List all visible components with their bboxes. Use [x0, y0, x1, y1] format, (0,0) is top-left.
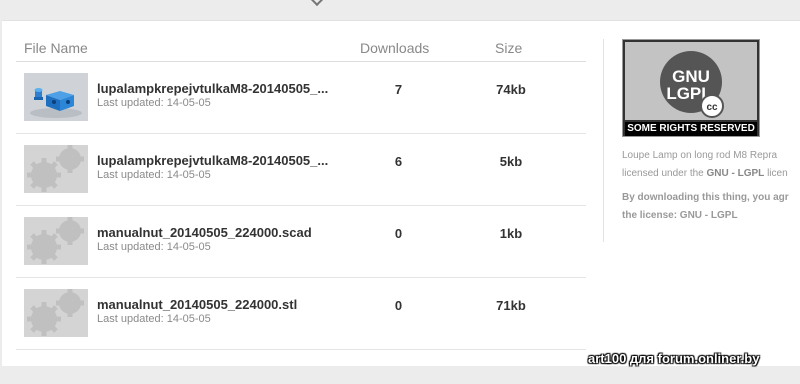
license-line-2-tail: licen — [764, 168, 788, 179]
table-header: File Name Downloads Size — [16, 21, 586, 62]
files-table: File Name Downloads Size lupalampkrepejv… — [16, 21, 586, 350]
license-line-2-text: licensed under the — [622, 168, 707, 179]
license-line-2: licensed under the GNU - LGPL licen — [622, 165, 800, 183]
table-row[interactable]: lupalampkrepejvtulkaM8-20140505_... Last… — [16, 134, 586, 206]
sidebar-divider — [603, 39, 604, 242]
chevron-down-icon[interactable] — [309, 0, 325, 7]
license-sidebar: GNU LGPL cc SOME RIGHTS RESERVED Loupe L… — [622, 39, 800, 225]
license-line-3: By downloading this thing, you agr — [622, 192, 789, 203]
badge-rights-text: SOME RIGHTS RESERVED — [625, 122, 757, 136]
cc-icon: cc — [706, 102, 718, 113]
license-badge-art: GNU LGPL cc — [625, 42, 757, 120]
file-size: 5kb — [499, 154, 523, 169]
column-header-downloads: Downloads — [360, 40, 430, 56]
file-size: 71kb — [496, 298, 526, 313]
file-updated-date: Last updated: 14-05-05 — [97, 313, 211, 325]
files-panel: File Name Downloads Size lupalampkrepejv… — [2, 20, 800, 366]
column-header-size: Size — [495, 40, 523, 56]
table-row[interactable]: lupalampkrepejvtulkaM8-20140505_... Last… — [16, 62, 586, 134]
file-updated-date: Last updated: 14-05-05 — [97, 241, 211, 253]
license-name-link[interactable]: GNU - LGPL — [707, 168, 765, 179]
gears-icon[interactable] — [24, 145, 88, 193]
gears-icon[interactable] — [24, 289, 88, 337]
download-count: 0 — [394, 298, 403, 313]
file-updated-date: Last updated: 14-05-05 — [97, 169, 211, 181]
file-name-link[interactable]: lupalampkrepejvtulkaM8-20140505_... — [97, 153, 347, 168]
column-header-file-name: File Name — [24, 40, 88, 56]
license-line-4: the license: GNU - LGPL — [622, 210, 738, 221]
license-description: Loupe Lamp on long rod M8 Repra licensed… — [622, 147, 800, 183]
download-count: 6 — [394, 154, 403, 169]
file-updated-date: Last updated: 14-05-05 — [97, 97, 211, 109]
top-strip — [0, 0, 800, 20]
gears-icon[interactable] — [24, 217, 88, 265]
license-line-1: Loupe Lamp on long rod M8 Repra — [622, 150, 778, 161]
watermark-text: art100 для forum.onliner.by — [588, 351, 760, 366]
file-size: 1kb — [499, 226, 523, 241]
file-name-link[interactable]: manualnut_20140505_224000.stl — [97, 297, 347, 312]
download-count: 0 — [394, 226, 403, 241]
table-row[interactable]: manualnut_20140505_224000.stl Last updat… — [16, 278, 586, 350]
file-size: 74kb — [496, 82, 526, 97]
model-render-icon[interactable] — [24, 73, 88, 121]
license-badge[interactable]: GNU LGPL cc SOME RIGHTS RESERVED — [622, 39, 760, 137]
file-name-link[interactable]: manualnut_20140505_224000.scad — [97, 225, 347, 240]
table-row[interactable]: manualnut_20140505_224000.scad Last upda… — [16, 206, 586, 278]
download-count: 7 — [394, 82, 403, 97]
license-agreement: By downloading this thing, you agr the l… — [622, 189, 800, 225]
file-name-link[interactable]: lupalampkrepejvtulkaM8-20140505_... — [97, 81, 347, 96]
